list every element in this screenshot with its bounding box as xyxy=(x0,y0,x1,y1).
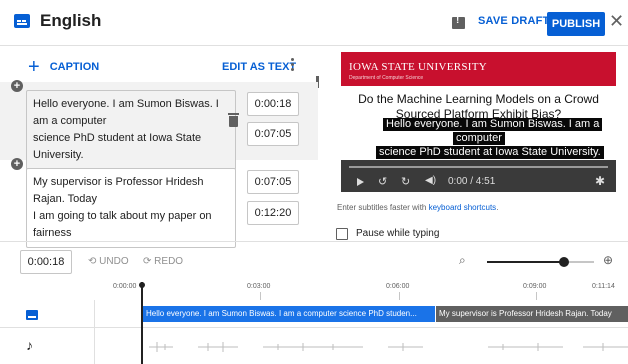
insert-caption-icon[interactable]: + xyxy=(11,80,23,92)
cue-text-line: am a computer xyxy=(33,115,107,127)
tick-label: 0:09:00 xyxy=(523,283,547,290)
track-labels xyxy=(0,300,95,364)
tick-label: 0:00:00 xyxy=(113,283,137,290)
video-time: 0:00 / 4:51 xyxy=(448,176,496,187)
subtitle-track-icon xyxy=(26,310,38,320)
tick-mark xyxy=(536,292,537,300)
audio-waveform xyxy=(149,342,628,352)
timeline-segment[interactable]: Hello everyone. I am Sumon Biswas. I am … xyxy=(143,306,435,322)
redo-label: REDO xyxy=(154,256,184,267)
video-preview[interactable]: IOWA STATE UNIVERSITY Department of Comp… xyxy=(341,52,616,192)
university-logo-text: IOWA STATE UNIVERSITY xyxy=(349,61,488,73)
redo-icon: ⟳ xyxy=(143,256,155,267)
play-icon[interactable] xyxy=(357,178,364,186)
cue-start-time[interactable]: 0:00:18 xyxy=(247,92,299,116)
slide-title-line: Do the Machine Learning Models on a Crow… xyxy=(358,92,599,106)
tick-mark xyxy=(399,292,400,300)
cue-end-time[interactable]: 0:12:20 xyxy=(247,201,299,225)
cue-start-time[interactable]: 0:07:05 xyxy=(247,170,299,194)
music-note-icon: ♪ xyxy=(26,337,33,353)
hint-end: . xyxy=(496,203,499,212)
university-banner: IOWA STATE UNIVERSITY Department of Comp… xyxy=(341,52,616,86)
settings-gear-icon[interactable]: ✱ xyxy=(595,174,605,188)
edit-as-text-button[interactable]: EDIT AS TEXT xyxy=(222,61,296,73)
keyboard-shortcuts-link[interactable]: keyboard shortcuts xyxy=(429,203,497,212)
add-caption-label: CAPTION xyxy=(49,61,100,73)
video-progress-bar[interactable] xyxy=(349,166,608,168)
pause-while-typing-checkbox[interactable] xyxy=(336,228,348,240)
current-time-field[interactable]: 0:00:18 xyxy=(20,250,72,274)
subtitle-editor: English SAVE DRAFT PUBLISH ✕ + CAPTION E… xyxy=(0,0,628,364)
cue-text-line: fairness xyxy=(33,227,72,239)
cue-text-line: My supervisor is Professor Hridesh xyxy=(33,176,204,188)
cue-text-line: Hello everyone. I am Sumon Biswas. I xyxy=(33,98,219,110)
tick-label: 0:03:00 xyxy=(247,283,271,290)
undo-icon: ⟲ xyxy=(88,256,100,267)
publish-button[interactable]: PUBLISH xyxy=(547,12,605,36)
department-text: Department of Computer Science xyxy=(349,75,424,81)
delete-icon[interactable] xyxy=(228,113,239,127)
track-divider xyxy=(0,327,628,328)
subtitles-icon xyxy=(14,14,30,28)
volume-icon[interactable]: ◀) xyxy=(425,175,436,186)
language-title: English xyxy=(40,11,102,30)
shortcuts-hint: Enter subtitles faster with keyboard sho… xyxy=(337,203,498,212)
tick-label: 0:11:14 xyxy=(592,283,615,290)
cue-text-line: University. xyxy=(33,149,84,161)
zoom-out-icon[interactable]: ⌕ xyxy=(459,253,466,268)
video-caption-line: science PhD student at Iowa State Univer… xyxy=(376,146,604,159)
cue-text-field[interactable]: Hello everyone. I am Sumon Biswas. I am … xyxy=(26,90,236,170)
more-vert-icon[interactable] xyxy=(291,58,295,72)
cue-end-time[interactable]: 0:07:05 xyxy=(247,122,299,146)
editor-header: English SAVE DRAFT PUBLISH ✕ xyxy=(0,0,628,46)
cue-text-line: I am going to talk about my paper on xyxy=(33,210,212,222)
pause-while-typing-label: Pause while typing xyxy=(356,228,440,239)
redo-button[interactable]: ⟳ REDO xyxy=(143,256,183,267)
timeline-segment[interactable]: My supervisor is Professor Hridesh Rajan… xyxy=(436,306,628,322)
playhead[interactable] xyxy=(139,282,145,364)
tick-label: 0:06:00 xyxy=(386,283,410,290)
close-icon[interactable]: ✕ xyxy=(609,11,624,31)
plus-icon: + xyxy=(28,56,40,78)
undo-button[interactable]: ⟲ UNDO xyxy=(88,256,129,267)
divider xyxy=(0,241,628,242)
add-caption-button[interactable]: + CAPTION xyxy=(28,56,100,78)
feedback-icon[interactable] xyxy=(452,15,465,29)
cue-text-field[interactable]: My supervisor is Professor Hridesh Rajan… xyxy=(26,168,236,248)
video-caption-line: computer xyxy=(453,132,505,145)
zoom-slider-fill xyxy=(487,261,565,263)
cue-text-line: Rajan. Today xyxy=(33,193,98,205)
rewind-icon[interactable]: ↺ xyxy=(378,175,387,188)
cue-text-line: science PhD student at Iowa State xyxy=(33,132,202,144)
tick-mark xyxy=(260,292,261,300)
zoom-slider-knob[interactable] xyxy=(559,257,570,267)
hint-text: Enter subtitles faster with xyxy=(337,203,429,212)
save-draft-button[interactable]: SAVE DRAFT xyxy=(478,15,549,27)
zoom-in-icon[interactable]: ⊕ xyxy=(603,253,613,267)
undo-label: UNDO xyxy=(99,256,129,267)
insert-caption-icon[interactable]: + xyxy=(11,158,23,170)
forward-icon[interactable]: ↻ xyxy=(401,175,410,188)
video-caption-line: Hello everyone. I am Sumon Biswas. I am … xyxy=(383,118,603,131)
